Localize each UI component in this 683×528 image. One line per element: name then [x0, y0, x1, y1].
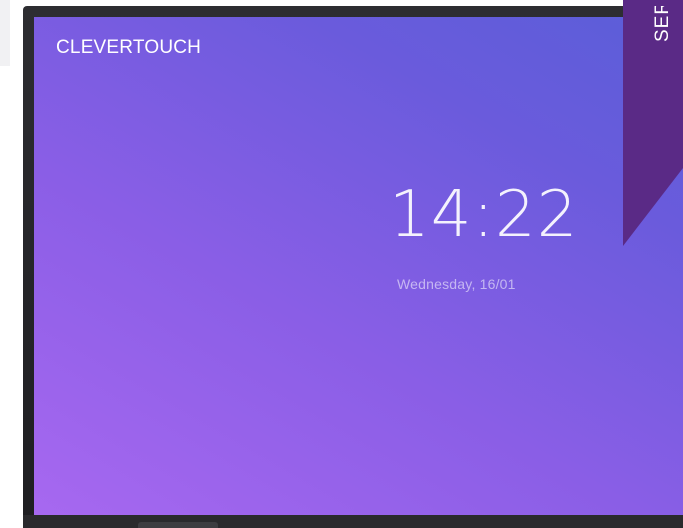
backdrop-strip: [0, 0, 10, 66]
product-showcase: CLEVERTOUCH 14:22 Wednesday, 16/01 SER: [0, 0, 683, 528]
display-screen[interactable]: CLEVERTOUCH 14:22 Wednesday, 16/01: [34, 17, 683, 515]
clock-time: 14:22: [389, 178, 579, 252]
display-bottom-bezel: [23, 515, 683, 528]
ribbon-label: SER: [652, 6, 673, 42]
brand-logo-text: CLEVERTOUCH: [56, 37, 202, 58]
display-stand-notch: [138, 522, 218, 528]
clock-date: Wednesday, 16/01: [397, 276, 516, 292]
